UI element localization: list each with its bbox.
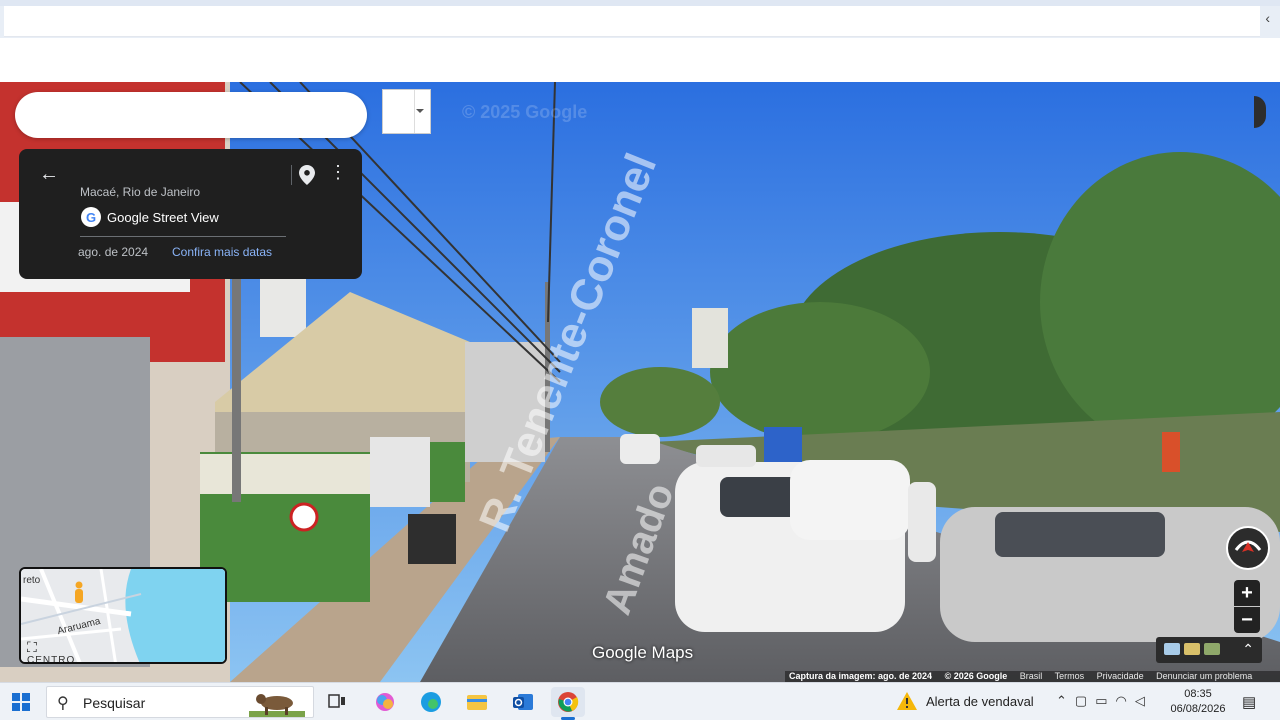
minimap[interactable]: reto Araruama CENTRO ⛶	[19, 567, 227, 664]
zoom-out-button[interactable]: −	[1234, 607, 1260, 633]
minimap-label: CENTRO	[27, 655, 76, 664]
search-placeholder: Pesquisar	[83, 695, 146, 711]
layer-thumb[interactable]	[1184, 643, 1200, 655]
weather-alert-icon	[897, 692, 917, 710]
task-view-icon[interactable]	[320, 687, 354, 717]
back-arrow-icon[interactable]: ←	[39, 163, 59, 186]
taskbar: ⚲ Pesquisar Alerta de vendaval ⌃ ▢ ▭ ◠ ◁…	[0, 682, 1280, 720]
edge-icon[interactable]	[414, 687, 448, 717]
volume-icon[interactable]: ◁	[1135, 693, 1145, 709]
chevron-left-icon[interactable]: ‹	[1265, 10, 1270, 26]
location-label: Macaé, Rio de Janeiro	[80, 185, 201, 199]
layer-thumb[interactable]	[1164, 643, 1180, 655]
weather-widget[interactable]: Alerta de vendaval	[896, 691, 1034, 711]
capture-info: Captura da imagem: ago. de 2024	[789, 671, 933, 681]
dropdown-separator	[414, 90, 415, 133]
pin-icon[interactable]	[299, 165, 315, 190]
notification-icon[interactable]: ▤	[1242, 693, 1256, 711]
clock-date: 06/08/2026	[1170, 703, 1226, 715]
divider	[80, 236, 286, 237]
report-problem-link[interactable]: Denunciar um problema	[1156, 671, 1252, 681]
copyright-watermark: © 2025 Google	[462, 102, 588, 122]
google-logo-icon: G	[81, 207, 101, 227]
more-dates-link[interactable]: Confira mais datas	[172, 245, 272, 259]
terms-link[interactable]: Termos	[1055, 671, 1085, 681]
google-maps-logo: Google Maps	[592, 643, 694, 662]
chevron-up-icon[interactable]: ⌃	[1242, 641, 1254, 658]
caret-down-icon	[416, 109, 424, 113]
minimap-label: reto	[23, 575, 41, 586]
bookmarks-bar	[0, 38, 1280, 82]
street-view-info-card: ← ⋮ Macaé, Rio de Janeiro G Google Stree…	[19, 149, 362, 279]
layer-dropdown[interactable]	[382, 89, 431, 134]
product-label: Google Street View	[107, 209, 219, 225]
layer-thumb[interactable]	[1204, 643, 1220, 655]
address-bar[interactable]	[4, 6, 1260, 37]
privacy-link[interactable]: Privacidade	[1097, 671, 1144, 681]
search-icon: ⚲	[57, 695, 69, 712]
attribution-bar: Captura da imagem: ago. de 2024 © 2026 G…	[785, 671, 1280, 682]
capture-date: ago. de 2024	[78, 245, 149, 259]
outlook-icon[interactable]	[506, 687, 540, 717]
clock-time: 08:35	[1184, 688, 1212, 700]
chrome-icon[interactable]	[551, 687, 585, 720]
file-explorer-icon[interactable]	[460, 687, 494, 717]
phone-link-icon[interactable]: ▢	[1075, 693, 1087, 709]
battery-icon[interactable]: ▭	[1095, 693, 1107, 709]
taskbar-search[interactable]: ⚲ Pesquisar	[46, 686, 314, 718]
system-tray: ⌃ ▢ ▭ ◠ ◁	[1056, 693, 1145, 709]
pegman-icon[interactable]	[73, 581, 85, 605]
copyright: © 2026 Google	[944, 671, 1008, 681]
copilot-icon[interactable]	[368, 687, 402, 717]
taskbar-clock[interactable]: 08:35 06/08/2026	[1168, 687, 1228, 717]
wifi-icon[interactable]: ◠	[1116, 693, 1127, 709]
search-input[interactable]	[15, 92, 367, 138]
product-row: G Google Street View	[81, 207, 219, 227]
more-vert-icon[interactable]: ⋮	[329, 163, 347, 181]
chevron-up-icon[interactable]: ⌃	[1056, 693, 1067, 709]
country-link[interactable]: Brasil	[1020, 671, 1043, 681]
windows-start-icon[interactable]	[12, 693, 30, 711]
divider	[291, 165, 292, 185]
browser-chrome: ‹	[0, 0, 1280, 82]
compass-icon[interactable]	[1226, 526, 1270, 570]
layers-panel[interactable]: ⌃	[1156, 637, 1262, 663]
weather-alert-label: Alerta de vendaval	[926, 693, 1034, 709]
zoom-in-button[interactable]: +	[1234, 580, 1260, 606]
expand-icon[interactable]: ⛶	[27, 639, 37, 656]
wildebeest-icon	[249, 689, 305, 717]
